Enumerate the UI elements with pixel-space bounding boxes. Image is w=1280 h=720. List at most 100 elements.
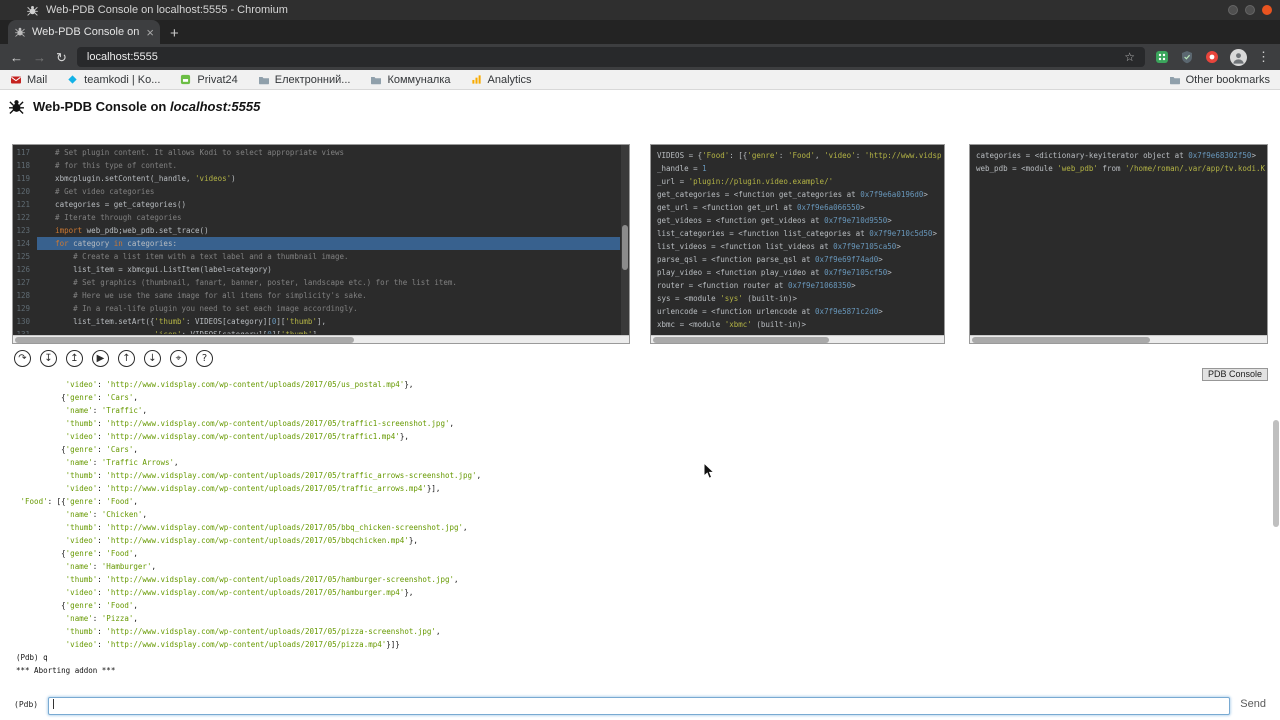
next-button[interactable]: ↷ bbox=[14, 350, 31, 367]
variable-line: get_url = <function get_url at 0x7f9e6a0… bbox=[657, 201, 942, 214]
maximize-button[interactable] bbox=[1245, 5, 1255, 15]
console-line: 'name': 'Traffic Arrows', bbox=[16, 456, 1268, 469]
console-line: 'name': 'Traffic', bbox=[16, 404, 1268, 417]
bookmark-item[interactable]: Privat24 bbox=[180, 74, 237, 86]
code-line: 118 # for this type of content. bbox=[13, 159, 620, 172]
page-scrollbar[interactable] bbox=[1272, 90, 1280, 720]
console-line: 'video': 'http://www.vidsplay.com/wp-con… bbox=[16, 430, 1268, 443]
new-tab-button[interactable]: + bbox=[170, 26, 179, 41]
where-button[interactable]: ⌖ bbox=[170, 350, 187, 367]
code-line: 130 list_item.setArt({'thumb': VIDEOS[ca… bbox=[13, 315, 620, 328]
code-line: 125 # Create a list item with a text lab… bbox=[13, 250, 620, 263]
variable-line: xbmc = <module 'xbmc' (built-in)> bbox=[657, 318, 942, 331]
console-line: {'genre': 'Cars', bbox=[16, 391, 1268, 404]
locals-horizontal-scrollbar-thumb[interactable] bbox=[972, 337, 1150, 343]
code-line: 123 import web_pdb;web_pdb.set_trace() bbox=[13, 224, 620, 237]
screen: Web-PDB Console on localhost:5555 - Chro… bbox=[0, 0, 1280, 720]
web-pdb-logo-bug-icon bbox=[8, 98, 25, 115]
variable-line: _url = 'plugin://plugin.video.example/' bbox=[657, 175, 942, 188]
console-line: 'thumb': 'http://www.vidsplay.com/wp-con… bbox=[16, 521, 1268, 534]
step-out-button[interactable]: ↥ bbox=[66, 350, 83, 367]
forward-button[interactable]: → bbox=[33, 51, 46, 64]
step-into-button[interactable]: ↧ bbox=[40, 350, 57, 367]
help-button[interactable]: ? bbox=[196, 350, 213, 367]
browser-tab[interactable]: Web-PDB Console on loca × bbox=[8, 20, 160, 44]
address-bar[interactable]: localhost:5555 ☆ bbox=[77, 47, 1145, 67]
locals-panel: Locals categories = <dictionary-keyitera… bbox=[969, 144, 1268, 344]
code-line: 124 for category in categories: bbox=[13, 237, 620, 250]
variable-line: categories = <dictionary-keyiterator obj… bbox=[976, 149, 1265, 162]
browser-toolbar: ← → ↻ localhost:5555 ☆ ⋮ bbox=[0, 44, 1280, 70]
continue-button[interactable]: ▶ bbox=[92, 350, 109, 367]
console-line: 'video': 'http://www.vidsplay.com/wp-con… bbox=[16, 638, 1268, 651]
variable-line: sys = <module 'sys' (built-in)> bbox=[657, 292, 942, 305]
variable-line: get_videos = <function get_videos at 0x7… bbox=[657, 214, 942, 227]
code-line: 121 categories = get_categories() bbox=[13, 198, 620, 211]
code-line: 128 # Here we use the same image for all… bbox=[13, 289, 620, 302]
pdb-prompt-label: (Pdb) bbox=[14, 700, 38, 709]
code-horizontal-scrollbar-thumb[interactable] bbox=[15, 337, 354, 343]
other-bookmarks-button[interactable]: Other bookmarks bbox=[1169, 74, 1270, 86]
bookmark-label: Mail bbox=[27, 74, 47, 86]
minimize-button[interactable] bbox=[1228, 5, 1238, 15]
globals-label: Globals bbox=[902, 144, 945, 145]
console-line: {'genre': 'Cars', bbox=[16, 443, 1268, 456]
code-line: 131 'icon': VIDEOS[category][0]['thumb']… bbox=[13, 328, 620, 334]
send-button[interactable]: Send bbox=[1240, 698, 1266, 710]
console-line: 'video': 'http://www.vidsplay.com/wp-con… bbox=[16, 482, 1268, 495]
variable-line: list_categories = <function list_categor… bbox=[657, 227, 942, 240]
globals-horizontal-scrollbar[interactable] bbox=[651, 335, 944, 343]
tab-title: Web-PDB Console on loca bbox=[32, 26, 140, 38]
globals-horizontal-scrollbar-thumb[interactable] bbox=[653, 337, 829, 343]
up-button[interactable]: ↑ bbox=[118, 350, 135, 367]
window-controls bbox=[1228, 5, 1272, 15]
window-title: Web-PDB Console on localhost:5555 - Chro… bbox=[46, 4, 288, 16]
variable-line: play_video = <function play_video at 0x7… bbox=[657, 266, 942, 279]
extension-green-icon[interactable] bbox=[1155, 50, 1170, 65]
pdb-command-input[interactable] bbox=[48, 697, 1230, 715]
pdb-command-input-wrap bbox=[48, 695, 1230, 713]
console-line: 'thumb': 'http://www.vidsplay.com/wp-con… bbox=[16, 573, 1268, 586]
source-code-panel: Current file: main.py(124) 117 # Set plu… bbox=[12, 144, 630, 344]
prompt-bar: (Pdb) Send bbox=[0, 691, 1280, 717]
pdb-console-label: PDB Console bbox=[1202, 368, 1268, 381]
extension-red-icon[interactable] bbox=[1205, 50, 1220, 65]
profile-avatar[interactable] bbox=[1230, 49, 1247, 66]
reload-button[interactable]: ↻ bbox=[56, 51, 67, 64]
code-vertical-scrollbar[interactable] bbox=[621, 145, 629, 335]
code-vertical-scrollbar-thumb[interactable] bbox=[622, 225, 628, 271]
bookmark-item[interactable]: Analytics bbox=[471, 74, 532, 86]
code-listing: 117 # Set plugin content. It allows Kodi… bbox=[13, 146, 620, 334]
down-button[interactable]: ↓ bbox=[144, 350, 161, 367]
close-window-button[interactable] bbox=[1262, 5, 1272, 15]
mail-icon bbox=[10, 74, 22, 86]
mouse-cursor bbox=[703, 462, 715, 485]
console-line: 'video': 'http://www.vidsplay.com/wp-con… bbox=[16, 586, 1268, 599]
variable-line: VIDEOS = {'Food': [{'genre': 'Food', 'vi… bbox=[657, 149, 942, 162]
bookmark-label: Privat24 bbox=[197, 74, 237, 86]
bookmark-item[interactable]: Коммуналка bbox=[370, 74, 450, 86]
variable-line: get_categories = <function get_categorie… bbox=[657, 188, 942, 201]
page-scrollbar-thumb[interactable] bbox=[1273, 420, 1279, 527]
bookmark-item[interactable]: Електронний... bbox=[258, 74, 351, 86]
bookmark-item[interactable]: teamkodi | Ko... bbox=[67, 74, 160, 86]
bookmark-item[interactable]: Mail bbox=[10, 74, 47, 86]
browser-menu-icon[interactable]: ⋮ bbox=[1257, 49, 1270, 65]
code-line: 122 # Iterate through categories bbox=[13, 211, 620, 224]
back-button[interactable]: ← bbox=[10, 51, 23, 64]
globals-listing: VIDEOS = {'Food': [{'genre': 'Food', 'vi… bbox=[657, 149, 942, 334]
page-header: Web-PDB Console on localhost:5555 bbox=[8, 98, 260, 115]
bookmark-star-icon[interactable]: ☆ bbox=[1124, 50, 1135, 64]
console-line: {'genre': 'Food', bbox=[16, 599, 1268, 612]
bookmarks-bar: Mail teamkodi | Ko... Privat24 Електронний.… bbox=[0, 70, 1280, 90]
console-line: 'video': 'http://www.vidsplay.com/wp-con… bbox=[16, 534, 1268, 547]
variable-line: web_pdb = <module 'web_pdb' from '/home/… bbox=[976, 162, 1265, 175]
locals-listing: categories = <dictionary-keyiterator obj… bbox=[976, 149, 1265, 334]
url-text: localhost:5555 bbox=[87, 51, 158, 63]
locals-horizontal-scrollbar[interactable] bbox=[970, 335, 1267, 343]
variable-line: router = <function router at 0x7f9e71068… bbox=[657, 279, 942, 292]
code-horizontal-scrollbar[interactable] bbox=[13, 335, 629, 343]
kodi-icon bbox=[67, 74, 79, 86]
extension-shield-icon[interactable] bbox=[1180, 50, 1195, 65]
tab-close-icon[interactable]: × bbox=[146, 26, 154, 39]
